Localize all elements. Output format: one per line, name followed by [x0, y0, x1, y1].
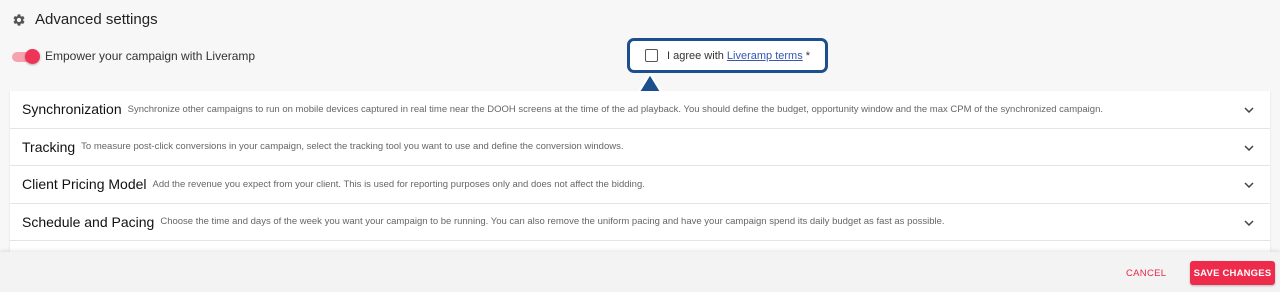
liveramp-terms-highlight: I agree with Liveramp terms * — [627, 38, 828, 73]
section-title: Schedule and Pacing — [22, 213, 155, 230]
section-title: Tracking — [22, 138, 76, 155]
section-title: Synchronization — [22, 101, 122, 118]
gear-icon — [12, 13, 26, 27]
page-title: Advanced settings — [35, 11, 158, 28]
cancel-button[interactable]: CANCEL — [1126, 262, 1166, 284]
chevron-down-icon[interactable] — [1244, 138, 1254, 156]
accordion-client-pricing-model[interactable]: Client Pricing Model Add the revenue you… — [10, 166, 1270, 204]
chevron-down-icon[interactable] — [1244, 175, 1254, 193]
accordion-tracking[interactable]: Tracking To measure post-click conversio… — [10, 129, 1270, 166]
footer-bar: CANCEL SAVE CHANGES — [0, 252, 1280, 292]
toggle-thumb — [25, 49, 40, 64]
accordion-synchronization[interactable]: Synchronization Synchronize other campai… — [10, 91, 1270, 129]
settings-accordion: Synchronization Synchronize other campai… — [10, 91, 1270, 253]
agree-required-marker: * — [802, 49, 811, 62]
section-description: To measure post-click conversions in you… — [81, 141, 624, 153]
liveramp-terms-link[interactable]: Liveramp terms — [727, 50, 803, 62]
advanced-settings-header: Advanced settings — [12, 11, 158, 28]
liveramp-toggle-row: Empower your campaign with Liveramp — [12, 49, 256, 64]
chevron-down-icon[interactable] — [1244, 213, 1254, 231]
liveramp-toggle-label: Empower your campaign with Liveramp — [45, 49, 256, 63]
agree-terms-checkbox[interactable] — [645, 49, 658, 62]
chevron-down-icon[interactable] — [1244, 100, 1254, 118]
section-title: Client Pricing Model — [22, 176, 147, 193]
accordion-schedule-and-pacing[interactable]: Schedule and Pacing Choose the time and … — [10, 204, 1270, 241]
section-description: Synchronize other campaigns to run on mo… — [127, 103, 1103, 115]
section-description: Add the revenue you expect from your cli… — [152, 178, 645, 190]
agree-prefix: I agree with — [667, 49, 727, 62]
save-changes-button[interactable]: SAVE CHANGES — [1190, 261, 1275, 285]
liveramp-toggle[interactable] — [12, 49, 40, 64]
section-description: Choose the time and days of the week you… — [160, 216, 945, 228]
agree-terms-label: I agree with Liveramp terms * — [667, 50, 810, 62]
